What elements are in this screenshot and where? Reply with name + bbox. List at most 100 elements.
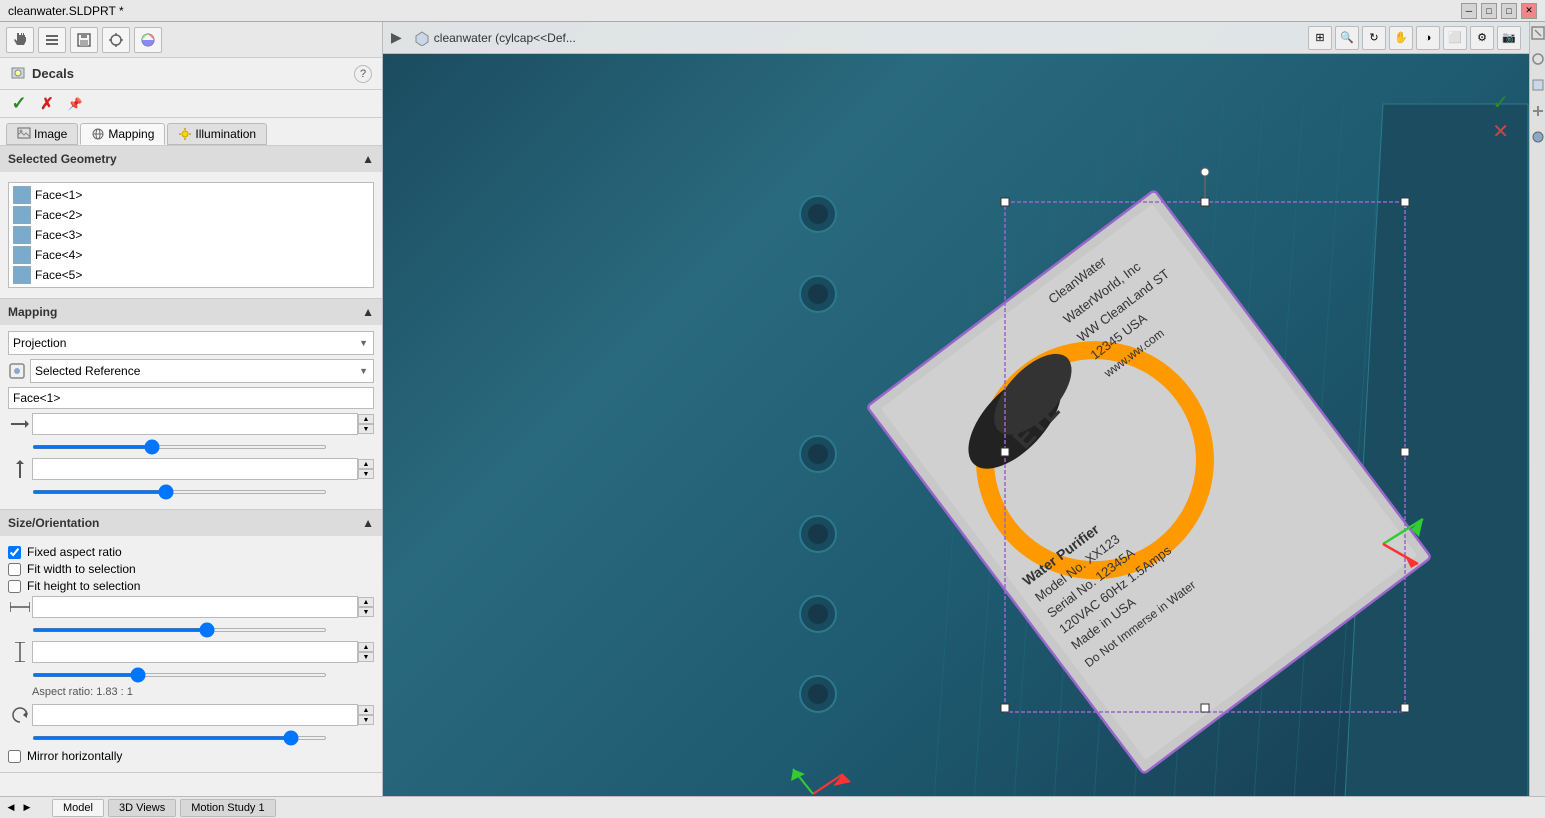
size-orientation-header[interactable]: Size/Orientation ▲ [0, 510, 382, 536]
aspect-ratio-label: Aspect ratio: 1.83 : 1 [32, 686, 374, 698]
offset-x-down-button[interactable]: ▼ [358, 424, 374, 434]
reference-icon [8, 362, 26, 380]
size-orientation-section: Size/Orientation ▲ Fixed aspect ratio Fi… [0, 510, 382, 773]
angle-up-button[interactable]: ▲ [358, 705, 374, 715]
offset-x-input[interactable]: -20.00802724mm [32, 413, 358, 435]
width-slider-row [32, 621, 374, 635]
offset-y-down-button[interactable]: ▼ [358, 469, 374, 479]
angle-down-button[interactable]: ▼ [358, 715, 374, 725]
fit-height-checkbox[interactable] [8, 580, 21, 593]
view-orient-button[interactable]: ⊞ [1308, 26, 1332, 50]
geo-item-label: Face<4> [35, 248, 82, 262]
offset-x-slider[interactable] [32, 445, 327, 449]
tab-motion-study[interactable]: Motion Study 1 [180, 799, 275, 817]
face-input[interactable] [8, 387, 374, 409]
selected-geometry-label: Selected Geometry [8, 152, 117, 166]
fixed-aspect-row: Fixed aspect ratio [8, 545, 374, 559]
ok-button[interactable]: ✓ [8, 93, 30, 115]
offset-x-slider-row [32, 438, 374, 452]
width-input[interactable]: 47.66899347mm [32, 596, 358, 618]
face-icon [13, 226, 31, 244]
offset-y-up-button[interactable]: ▲ [358, 459, 374, 469]
viewport-toolbar: ▶ cleanwater (cylcap<<Def... ⊞ 🔍 ↻ ✋ ◑ ⬜… [383, 22, 1529, 54]
angle-slider[interactable] [32, 736, 327, 740]
cancel-button[interactable]: ✗ [36, 93, 58, 115]
restore-button[interactable]: □ [1481, 3, 1497, 19]
fixed-aspect-checkbox[interactable] [8, 546, 21, 559]
arrow-up-icon [14, 460, 26, 478]
color-tool-button[interactable] [134, 27, 162, 53]
view-settings-button[interactable]: ⚙ [1470, 26, 1494, 50]
width-slider[interactable] [32, 628, 327, 632]
geo-item-label: Face<2> [35, 208, 82, 222]
list-tool-button[interactable] [38, 27, 66, 53]
offset-x-up-button[interactable]: ▲ [358, 414, 374, 424]
save-tool-button[interactable] [70, 27, 98, 53]
tab-3d-views[interactable]: 3D Views [108, 799, 176, 817]
tab-illumination[interactable]: Illumination [167, 123, 267, 145]
list-item: Face<5> [11, 265, 371, 285]
offset-x-wrap: -20.00802724mm ▲ ▼ [8, 413, 374, 435]
right-icon-1[interactable] [1531, 26, 1545, 40]
fit-height-row: Fit height to selection [8, 579, 374, 593]
nav-left-button[interactable]: ◀ [4, 800, 18, 814]
help-button[interactable]: ? [354, 65, 372, 83]
camera-button[interactable]: 📷 [1497, 26, 1521, 50]
projection-select[interactable]: Projection Spherical Cylindrical Planar [8, 331, 374, 355]
height-input[interactable]: 26.02727044mm [32, 641, 358, 663]
offset-y-input[interactable]: -5.08084903mm [32, 458, 358, 480]
tab-mapping[interactable]: Mapping [80, 123, 165, 145]
height-slider[interactable] [32, 673, 327, 677]
pin-button[interactable]: 📌 [64, 93, 86, 115]
size-orientation-body: Fixed aspect ratio Fit width to selectio… [0, 536, 382, 772]
viewport-cancel-button[interactable]: ✕ [1492, 119, 1509, 144]
hand-tool-button[interactable] [6, 27, 34, 53]
height-up-button[interactable]: ▲ [358, 642, 374, 652]
fit-width-row: Fit width to selection [8, 562, 374, 576]
right-icon-4[interactable] [1531, 104, 1545, 118]
tab-image[interactable]: Image [6, 123, 78, 145]
panel-content: Selected Geometry ▲ Face<1> Face<2> Fac [0, 146, 382, 796]
mapping-section-header[interactable]: Mapping ▲ [0, 299, 382, 325]
width-up-button[interactable]: ▲ [358, 597, 374, 607]
right-icon-3[interactable] [1531, 78, 1545, 92]
crosshair-tool-button[interactable] [102, 27, 130, 53]
selected-reference-select[interactable]: Selected Reference Face Normal None [30, 359, 374, 383]
title-text: cleanwater.SLDPRT * [8, 4, 124, 18]
close-button[interactable]: ✕ [1521, 3, 1537, 19]
section-view-button[interactable]: ⬜ [1443, 26, 1467, 50]
viewport: ▶ cleanwater (cylcap<<Def... ⊞ 🔍 ↻ ✋ ◑ ⬜… [383, 22, 1529, 796]
zoom-button[interactable]: 🔍 [1335, 26, 1359, 50]
tab-model[interactable]: Model [52, 799, 104, 817]
height-down-button[interactable]: ▼ [358, 652, 374, 662]
right-icon-2[interactable] [1531, 52, 1545, 66]
maximize-button[interactable]: □ [1501, 3, 1517, 19]
nav-arrows: ◀ ▶ [0, 796, 38, 818]
fit-width-checkbox[interactable] [8, 563, 21, 576]
width-down-button[interactable]: ▼ [358, 607, 374, 617]
minimize-button[interactable]: ─ [1461, 3, 1477, 19]
mirror-checkbox[interactable] [8, 750, 21, 763]
viewport-accept-button[interactable]: ✓ [1492, 90, 1509, 115]
pan-button[interactable]: ✋ [1389, 26, 1413, 50]
offset-y-slider[interactable] [32, 490, 327, 494]
angle-wrap: 90.00deg ▲ ▼ [8, 704, 374, 726]
offset-x-spinner: ▲ ▼ [358, 414, 374, 434]
nav-right-button[interactable]: ▶ [20, 800, 34, 814]
tab-image-label: Image [34, 127, 67, 141]
angle-icon [8, 706, 32, 724]
display-style-button[interactable]: ◑ [1416, 26, 1440, 50]
image-icon [17, 127, 31, 141]
offset-y-slider-row [32, 483, 374, 497]
part-icon [414, 30, 430, 46]
titlebar: cleanwater.SLDPRT * ─ □ □ ✕ [0, 0, 1545, 22]
angle-input[interactable]: 90.00deg [32, 704, 358, 726]
offset-y-spinner: ▲ ▼ [358, 459, 374, 479]
selected-geometry-section: Selected Geometry ▲ Face<1> Face<2> Fac [0, 146, 382, 299]
panel-title-text: Decals [32, 66, 74, 81]
right-icon-5[interactable] [1531, 130, 1545, 144]
rotate-button[interactable]: ↻ [1362, 26, 1386, 50]
expand-icon[interactable]: ▶ [391, 29, 402, 46]
angle-spinner: ▲ ▼ [358, 705, 374, 725]
selected-geometry-header[interactable]: Selected Geometry ▲ [0, 146, 382, 172]
